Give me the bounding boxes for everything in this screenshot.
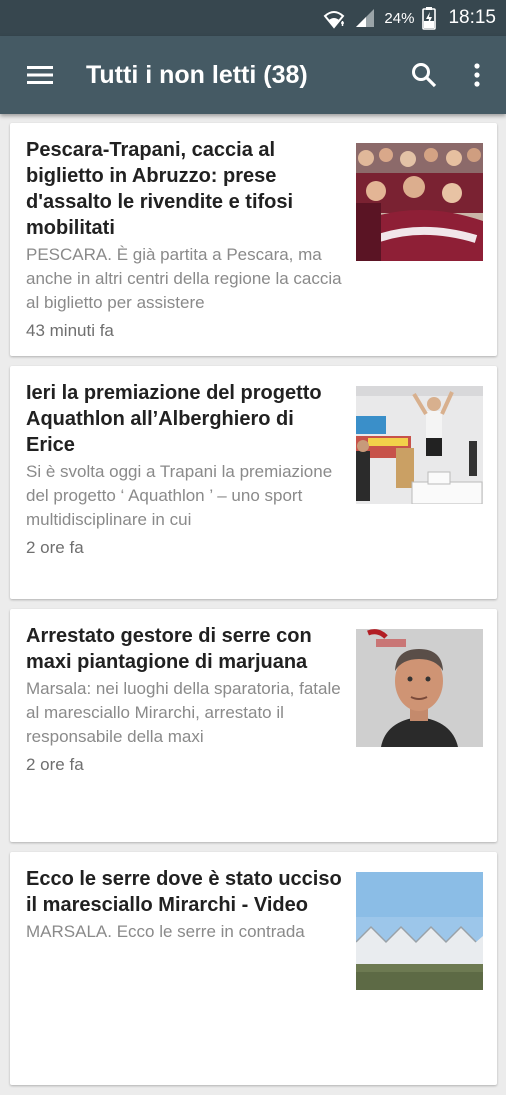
article-snippet: Si è svolta oggi a Trapani la premiazion…	[26, 462, 333, 529]
status-bar: 24% 18:15	[0, 0, 506, 36]
app-bar: Tutti i non letti (38)	[0, 36, 506, 114]
mugshot-photo	[356, 629, 483, 747]
more-options-button[interactable]	[452, 36, 502, 114]
article-title: Ieri la premiazione del progetto Aquathl…	[26, 382, 322, 456]
article-time: 2 ore fa	[26, 538, 84, 557]
article-time: 2 ore fa	[26, 755, 84, 774]
article-list: Pescara-Trapani, caccia al biglietto in …	[10, 123, 497, 1095]
article-card[interactable]: Pescara-Trapani, caccia al biglietto in …	[10, 123, 497, 356]
menu-icon	[27, 66, 53, 84]
article-snippet: Marsala: nei luoghi della sparatoria, fa…	[26, 679, 341, 746]
battery-charging-icon	[422, 6, 437, 30]
article-time: 43 minuti fa	[26, 321, 114, 340]
wifi-icon	[322, 7, 346, 29]
article-snippet: MARSALA. Ecco le serre in contrada	[26, 922, 305, 941]
article-text: Ecco le serre dove è stato ucciso il mar…	[26, 866, 344, 948]
more-vert-icon	[474, 63, 480, 87]
article-text: Pescara-Trapani, caccia al biglietto in …	[26, 137, 344, 343]
page-title: Tutti i non letti (38)	[86, 60, 308, 89]
article-title: Ecco le serre dove è stato ucciso il mar…	[26, 868, 342, 916]
article-text: Arrestato gestore di serre con maxi pian…	[26, 623, 344, 777]
award-podium-photo	[356, 386, 483, 504]
signal-icon	[354, 7, 376, 29]
search-button[interactable]	[396, 36, 452, 114]
clock: 18:15	[448, 7, 496, 28]
article-title: Pescara-Trapani, caccia al biglietto in …	[26, 139, 294, 239]
greenhouses-photo	[356, 872, 483, 990]
article-card[interactable]: Ecco le serre dove è stato ucciso il mar…	[10, 852, 497, 1085]
article-card[interactable]: Ieri la premiazione del progetto Aquathl…	[10, 366, 497, 599]
article-title: Arrestato gestore di serre con maxi pian…	[26, 625, 312, 673]
article-text: Ieri la premiazione del progetto Aquathl…	[26, 380, 344, 560]
search-icon	[412, 63, 437, 88]
article-card[interactable]: Arrestato gestore di serre con maxi pian…	[10, 609, 497, 842]
football-fans-photo	[356, 143, 483, 261]
article-snippet: PESCARA. È già partita a Pescara, ma anc…	[26, 245, 342, 312]
battery-percent: 24%	[384, 9, 415, 27]
menu-button[interactable]	[0, 36, 80, 114]
